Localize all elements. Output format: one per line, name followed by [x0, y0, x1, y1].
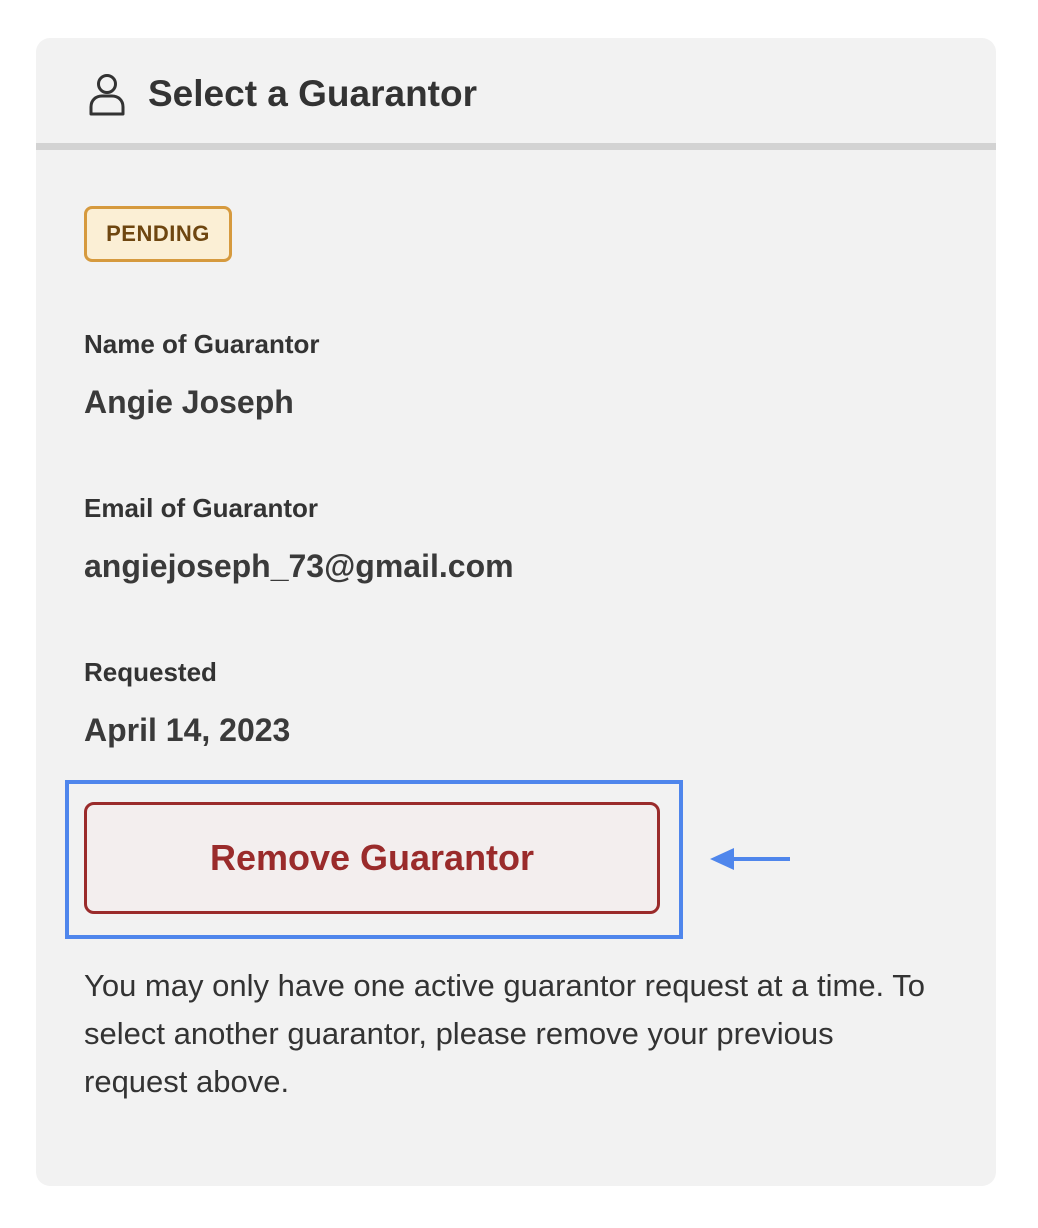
guarantor-email-value: angiejoseph_73@gmail.com: [84, 548, 514, 584]
remove-guarantor-button[interactable]: Remove Guarantor: [84, 802, 660, 914]
user-icon: [89, 74, 125, 116]
requested-date-label: Requested: [84, 657, 217, 687]
arrow-left-icon: [710, 848, 790, 870]
card-header: Select a Guarantor: [36, 38, 996, 150]
info-text: You may only have one active guarantor r…: [84, 968, 925, 1099]
card-title: Select a Guarantor: [148, 73, 478, 114]
guarantor-name-value: Angie Joseph: [84, 384, 294, 420]
guarantor-email-label: Email of Guarantor: [84, 493, 319, 523]
guarantor-name-label: Name of Guarantor: [84, 329, 320, 359]
status-badge: PENDING: [84, 206, 232, 262]
requested-date-value: April 14, 2023: [84, 712, 291, 748]
guarantor-card: Select a Guarantor PENDING Name of Guara…: [36, 38, 996, 1186]
